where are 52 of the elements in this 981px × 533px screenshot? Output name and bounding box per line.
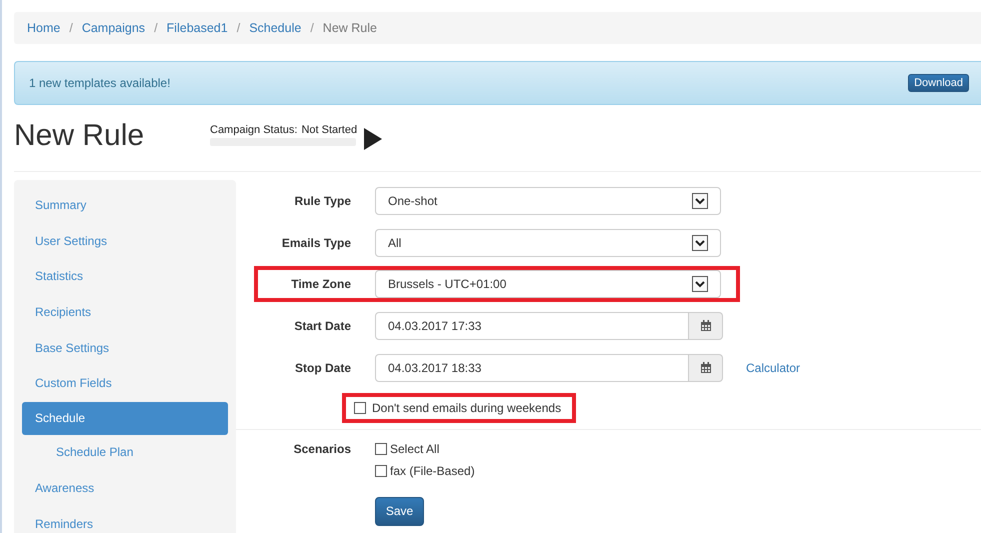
calendar-button[interactable] <box>689 354 723 382</box>
breadcrumb-separator: / <box>153 21 159 35</box>
field-label: Start Date <box>293 319 352 334</box>
sidebar-item[interactable]: Schedule <box>22 402 228 436</box>
checkbox-label: Select All <box>390 442 440 456</box>
field-label: Scenarios <box>292 442 352 458</box>
sidebar-item[interactable]: Base Settings <box>22 330 228 366</box>
field-label: Rule Type <box>294 194 352 208</box>
calendar-icon <box>700 362 712 374</box>
breadcrumb-current: New Rule <box>322 21 377 35</box>
checkbox[interactable] <box>354 402 366 414</box>
breadcrumb-link[interactable]: Campaigns <box>82 21 146 35</box>
select-field[interactable]: Brussels - UTC+01:00 <box>375 270 721 298</box>
checkbox[interactable] <box>375 442 387 455</box>
checkbox-label: Don't send emails during weekends <box>372 400 562 415</box>
page-title: New Rule <box>14 119 146 153</box>
date-field[interactable]: 04.03.2017 18:33 <box>375 354 689 382</box>
sidebar-item[interactable]: User Settings <box>22 224 228 260</box>
status-value: Not Started <box>301 124 358 136</box>
weekend-checkbox-row[interactable]: Don't send emails during weekends <box>342 392 576 423</box>
dropdown-icon <box>692 234 708 251</box>
field-label: Stop Date <box>294 361 352 376</box>
sidebar-item[interactable]: Recipients <box>22 295 228 331</box>
checkbox[interactable] <box>375 464 387 477</box>
select-field[interactable]: All <box>375 228 721 257</box>
select-field[interactable]: One-shot <box>375 186 721 215</box>
breadcrumb-link[interactable]: Schedule <box>249 21 302 35</box>
breadcrumb-separator: / <box>309 21 315 35</box>
play-icon[interactable] <box>363 127 384 151</box>
alert-message: 1 new templates available! <box>29 76 170 90</box>
breadcrumb-link[interactable]: Filebased1 <box>166 21 228 35</box>
status-label: Campaign Status: <box>210 124 298 136</box>
breadcrumb-separator: / <box>68 21 74 35</box>
field-label: Emails Type <box>280 236 352 250</box>
date-field[interactable]: 04.03.2017 17:33 <box>375 312 689 340</box>
field-label: Time Zone <box>290 277 352 292</box>
dropdown-icon <box>692 276 708 292</box>
breadcrumb-link[interactable]: Home <box>27 21 60 35</box>
save-button[interactable]: Save <box>375 496 424 526</box>
calendar-icon <box>700 320 712 332</box>
calendar-button[interactable] <box>689 312 723 340</box>
dropdown-icon <box>692 192 708 209</box>
calculator-link[interactable]: Calculator <box>746 361 800 376</box>
sidebar-subitem[interactable]: Schedule Plan <box>22 435 228 471</box>
sidebar-item[interactable]: Custom Fields <box>22 366 228 402</box>
sidebar-item[interactable]: Reminders <box>22 506 228 533</box>
sidebar-item[interactable]: Awareness <box>22 470 228 506</box>
sidebar-item[interactable]: Summary <box>22 188 228 224</box>
breadcrumb-separator: / <box>236 21 242 35</box>
checkbox-label: fax (File-Based) <box>390 464 475 478</box>
download-button[interactable]: Download <box>908 74 969 92</box>
sidebar-item[interactable]: Statistics <box>22 259 228 296</box>
